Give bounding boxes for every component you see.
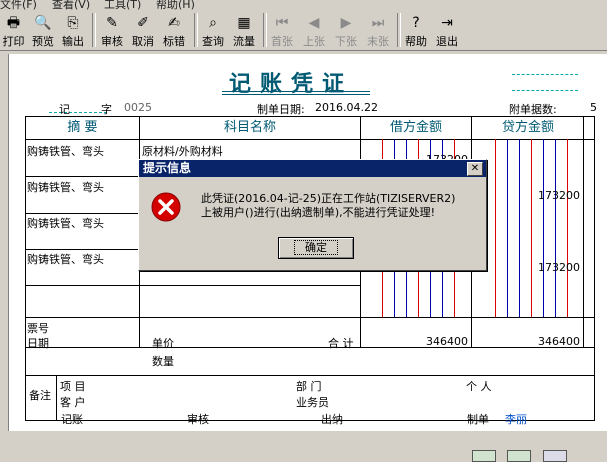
prev-button[interactable]: ◀ 上张: [300, 12, 328, 48]
next-button[interactable]: ▶ 下张: [332, 12, 360, 48]
dialog-message: 此凭证(2016.04-记-25)正在工作站(TIZISERVER2) 上被用户…: [201, 192, 455, 220]
footer-maker-label: 制单: [467, 413, 489, 426]
unit-price-label: 单价: [152, 337, 174, 350]
print-button[interactable]: 🖶 打印: [0, 12, 27, 48]
dialog-message-line2: 上被用户()进行(出纳遗制单),不能进行凭证处理!: [201, 206, 436, 219]
printer-icon: 🖶: [6, 15, 21, 31]
person-label: 个 人: [466, 380, 492, 393]
row-summary[interactable]: 购铸铁管、弯头: [27, 143, 104, 159]
preview-button[interactable]: 🔍 预览: [29, 12, 57, 48]
voucher-word-label: 记: [59, 103, 70, 116]
exit-door-icon: ⇥: [441, 15, 453, 31]
attach-count[interactable]: 5: [590, 101, 597, 114]
footer-maker-name: 李丽: [505, 413, 527, 426]
error-icon: [151, 192, 181, 222]
help-button[interactable]: ? 帮助: [402, 12, 430, 48]
dashed-line: [512, 74, 578, 75]
footer-audit: 审核: [187, 413, 209, 426]
next-page-icon: ▶: [340, 15, 352, 31]
menu-help[interactable]: 帮助(H): [156, 0, 195, 10]
menu-bar: 文件(F) 查看(V) 工具(T) 帮助(H): [0, 0, 607, 10]
preview-icon: 🔍: [34, 15, 52, 31]
card-icon[interactable]: [507, 450, 531, 462]
project-label: 项 目: [60, 380, 86, 393]
col-account-header: 科目名称: [223, 120, 276, 135]
dept-label: 部 门: [296, 380, 322, 393]
col-debit-header: 借方金额: [389, 120, 442, 135]
quantity-label: 数量: [152, 355, 174, 368]
first-button[interactable]: ⏮ 首张: [268, 12, 296, 48]
date-label: 制单日期:: [257, 103, 305, 116]
toolbar-separator: [92, 13, 96, 47]
dashed-line: [49, 112, 107, 113]
clerk-label: 业务员: [296, 396, 329, 409]
ok-button[interactable]: 确定: [278, 237, 354, 259]
audit-button[interactable]: ✎ 审核: [98, 12, 126, 48]
date-row-label: 日期: [27, 337, 49, 350]
eraser-icon: ✐: [137, 15, 149, 31]
cashflow-button[interactable]: ▦ 流量: [230, 12, 258, 48]
export-icon: ⎘: [67, 15, 79, 31]
total-credit: 346400: [538, 335, 580, 348]
cancel-audit-button[interactable]: ✐ 取消: [129, 12, 157, 48]
flag-icon: ✍: [168, 15, 180, 31]
exit-button[interactable]: ⇥ 退出: [433, 12, 461, 48]
last-button[interactable]: ⏭ 末张: [364, 12, 392, 48]
pen-icon: ✎: [106, 15, 118, 31]
dialog-title-bar[interactable]: 提示信息 ✕: [139, 160, 486, 177]
voucher-word-char: 字: [101, 103, 112, 116]
voucher-number[interactable]: 0025: [124, 101, 152, 114]
image-icon[interactable]: [543, 450, 567, 462]
row-credit[interactable]: 173200: [538, 189, 580, 202]
row-summary[interactable]: 购铸铁管、弯头: [27, 251, 104, 267]
toolbar-separator: [397, 13, 401, 47]
binoculars-icon: ⌕: [209, 15, 217, 31]
row-summary[interactable]: 购铸铁管、弯头: [27, 179, 104, 195]
export-button[interactable]: ⎘ 输出: [59, 12, 87, 48]
row-credit[interactable]: 173200: [538, 261, 580, 274]
menu-tools[interactable]: 工具(T): [104, 0, 141, 10]
col-credit-header: 贷方金额: [501, 120, 554, 135]
footer-bookkeeping: 记账: [61, 413, 83, 426]
last-page-icon: ⏭: [371, 15, 385, 31]
cashflow-icon: ▦: [237, 15, 251, 31]
mark-error-button[interactable]: ✍ 标错: [160, 12, 188, 48]
title-underline: [222, 91, 370, 92]
attach-label: 附单据数:: [509, 103, 557, 116]
help-icon: ?: [412, 15, 420, 31]
close-icon[interactable]: ✕: [467, 162, 483, 176]
customer-label: 客 户: [60, 396, 86, 409]
col-summary-header: 摘 要: [67, 120, 98, 135]
row-account[interactable]: 原材料/外购材料: [142, 143, 223, 159]
attachment-icon[interactable]: [472, 450, 496, 462]
total-label: 合 计: [328, 337, 354, 350]
ok-button-label: 确定: [294, 240, 338, 255]
prev-page-icon: ◀: [308, 15, 320, 31]
menu-view[interactable]: 查看(V): [52, 0, 90, 10]
menu-file[interactable]: 文件(F): [0, 0, 37, 10]
row-summary[interactable]: 购铸铁管、弯头: [27, 215, 104, 231]
dashed-line: [512, 90, 578, 91]
title-underline: [222, 94, 370, 95]
ticket-label: 票号: [27, 322, 49, 335]
toolbar-separator: [194, 13, 198, 47]
toolbar-separator: [263, 13, 267, 47]
remark-label: 备注: [29, 389, 51, 402]
voucher-date[interactable]: 2016.04.22: [315, 101, 378, 114]
total-debit: 346400: [426, 335, 468, 348]
dialog-title: 提示信息: [143, 161, 192, 175]
alert-dialog: 提示信息 ✕ 此凭证(2016.04-记-25)正在工作站(TIZISERVER…: [138, 159, 487, 271]
toolbar: 🖶 打印 🔍 预览 ⎘ 输出 ✎ 审核 ✐ 取消 ✍ 标错 ⌕ 查询 ▦ 流量 ⏮ 首张 ◀ 上张 …: [0, 10, 607, 51]
first-page-icon: ⏮: [275, 15, 289, 31]
footer-cashier: 出纳: [321, 413, 343, 426]
dialog-message-line1: 此凭证(2016.04-记-25)正在工作站(TIZISERVER2): [201, 192, 456, 205]
query-button[interactable]: ⌕ 查询: [199, 12, 227, 48]
